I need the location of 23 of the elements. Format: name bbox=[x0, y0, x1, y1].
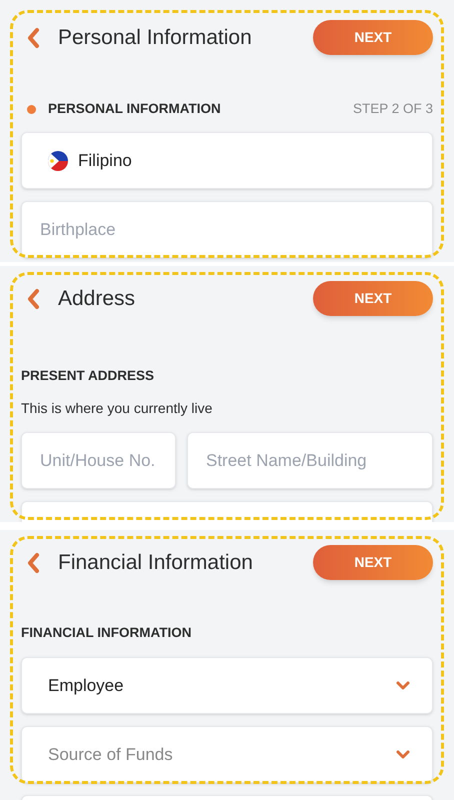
step-indicator: STEP 2 OF 3 bbox=[352, 100, 433, 118]
dropdown-field[interactable]: Source of Funds bbox=[21, 726, 433, 784]
screen-title: Personal Information bbox=[58, 24, 252, 51]
chevron-down-icon bbox=[396, 750, 410, 760]
section-subtitle: This is where you currently live bbox=[21, 399, 214, 418]
nationality-field[interactable]: Filipino bbox=[21, 132, 433, 190]
flag-icon bbox=[48, 150, 68, 171]
back-icon[interactable] bbox=[26, 288, 40, 310]
section-label: FINANCIAL INFORMATION bbox=[21, 624, 192, 642]
back-icon[interactable] bbox=[26, 26, 40, 48]
section-label: PRESENT ADDRESS bbox=[21, 367, 154, 385]
input-field[interactable]: Street Name/Building bbox=[187, 432, 433, 490]
next-button[interactable]: NEXT bbox=[313, 281, 433, 316]
back-icon[interactable] bbox=[26, 552, 40, 574]
next-button[interactable]: NEXT bbox=[313, 20, 433, 55]
screen-title: Financial Information bbox=[58, 550, 253, 576]
input-field[interactable]: Unit/House No. bbox=[21, 432, 176, 490]
chevron-down-icon bbox=[396, 681, 410, 690]
next-button[interactable]: NEXT bbox=[313, 545, 433, 580]
dropdown-field[interactable]: Employee bbox=[21, 657, 433, 714]
screen-title: Address bbox=[58, 286, 136, 312]
section-label: PERSONAL INFORMATION bbox=[48, 100, 221, 118]
input-field[interactable]: Birthplace bbox=[21, 201, 433, 258]
